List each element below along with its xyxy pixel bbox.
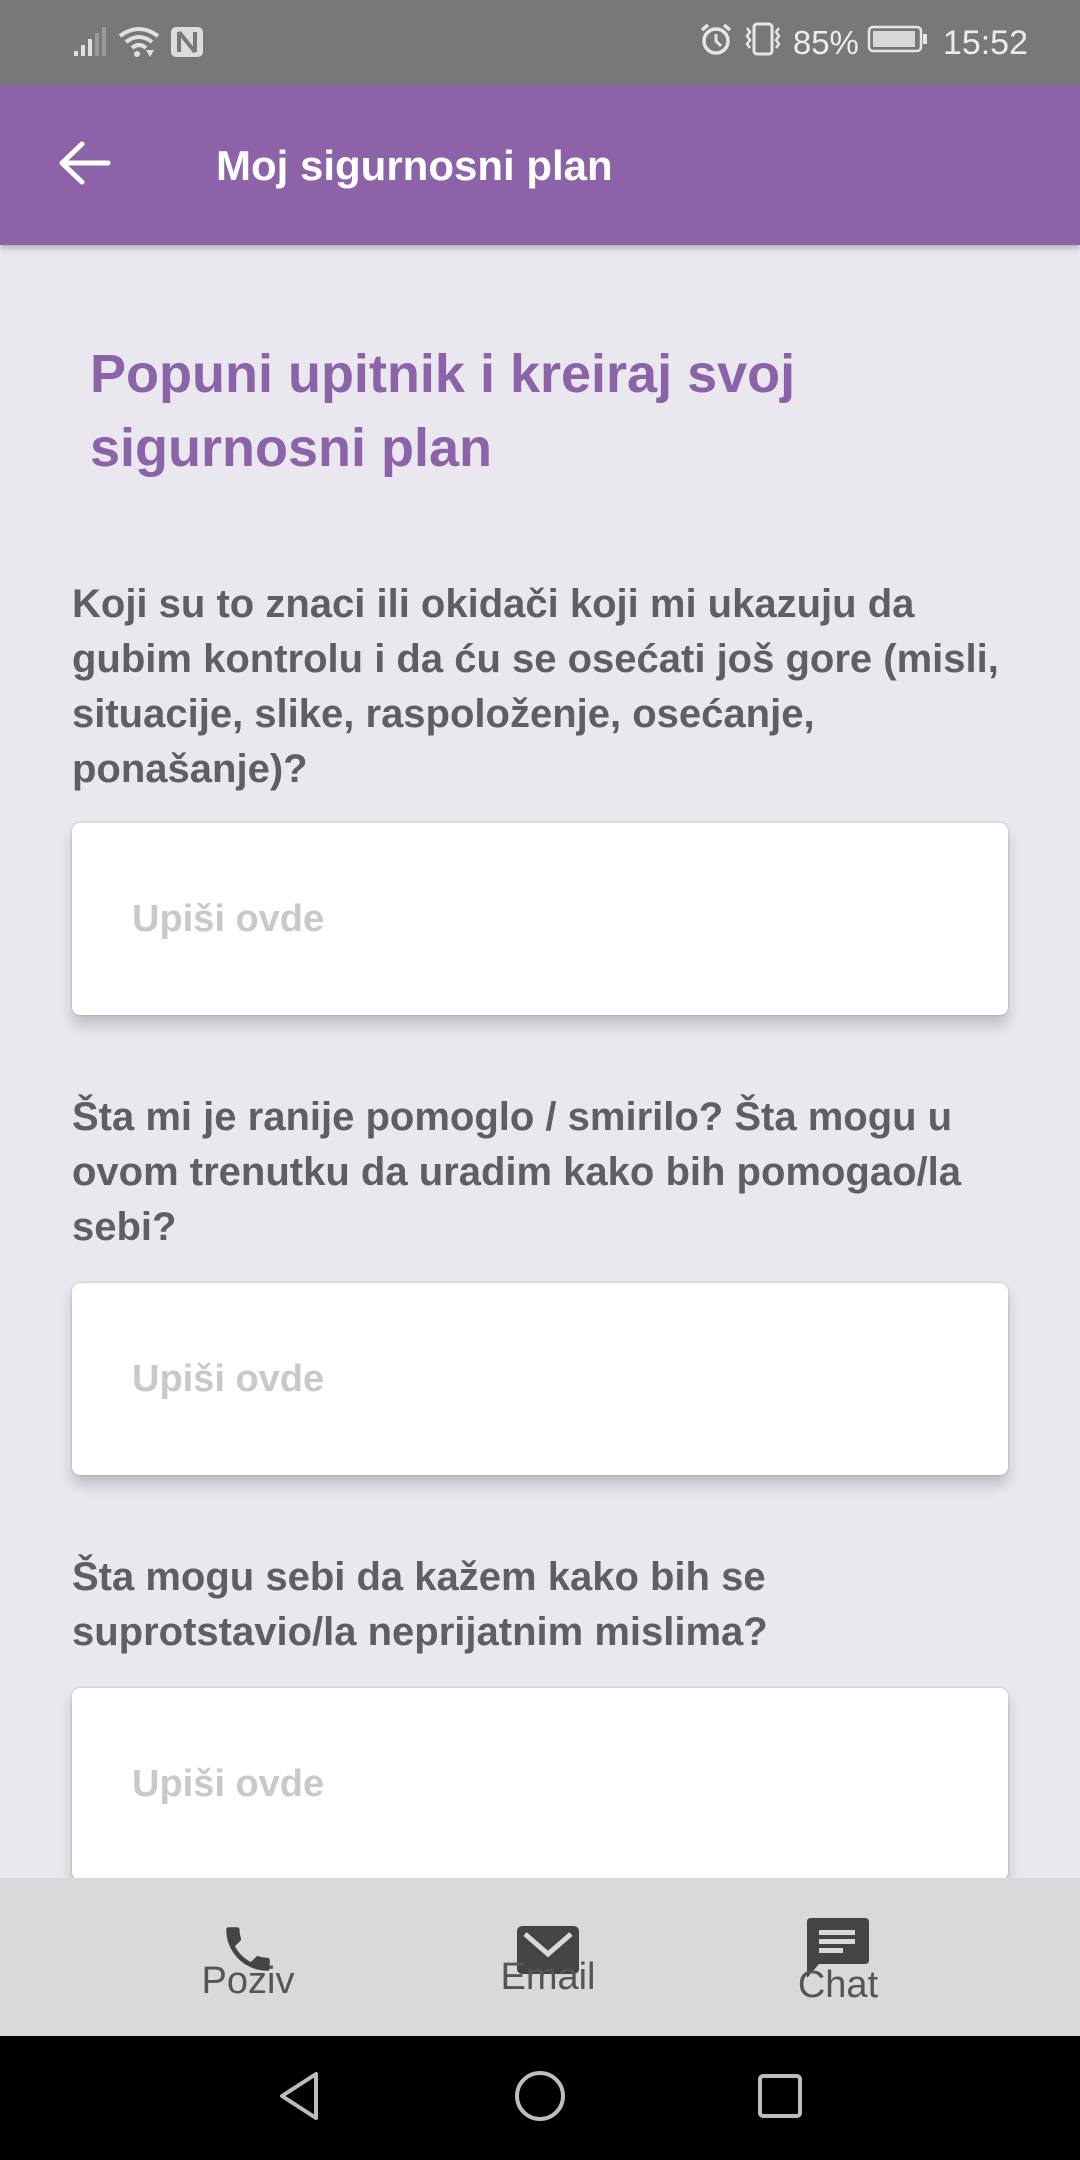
wifi-icon bbox=[118, 26, 160, 63]
nav-back-button[interactable] bbox=[240, 2036, 360, 2160]
chat-label: Chat bbox=[797, 1964, 879, 2006]
nav-recents-button[interactable] bbox=[720, 2036, 840, 2160]
status-right-icons: 85% 15:52 bbox=[699, 20, 1028, 66]
questionnaire-content[interactable]: Popuni upitnik i kreiraj svoj sigurnosni… bbox=[0, 245, 1080, 1878]
question-label: Šta mi je ranije pomoglo / smirilo? Šta … bbox=[72, 1095, 962, 1249]
back-button[interactable] bbox=[50, 135, 120, 195]
battery-percent: 85% bbox=[792, 24, 859, 61]
nfc-icon bbox=[170, 26, 204, 63]
page-heading: Popuni upitnik i kreiraj svoj sigurnosni… bbox=[90, 344, 796, 478]
answer-input-2[interactable] bbox=[72, 1283, 1008, 1475]
status-left-icons bbox=[72, 24, 204, 64]
arrow-left-icon bbox=[58, 141, 112, 190]
vibrate-icon bbox=[741, 22, 785, 64]
system-nav-bar bbox=[0, 2036, 1080, 2160]
clock: 15:52 bbox=[942, 23, 1028, 62]
battery-icon bbox=[867, 24, 929, 62]
bottom-action-bar: Poziv Email Chat bbox=[0, 1878, 1080, 2036]
status-bar: 85% 15:52 bbox=[0, 0, 1080, 85]
chat-button[interactable]: Chat bbox=[738, 1878, 938, 2036]
back-nav-icon bbox=[276, 2070, 324, 2127]
nav-home-button[interactable] bbox=[480, 2036, 600, 2160]
app-bar: Moj sigurnosni plan bbox=[0, 85, 1080, 245]
recents-nav-icon bbox=[756, 2072, 804, 2125]
app-title: Moj sigurnosni plan bbox=[216, 142, 613, 189]
home-nav-icon bbox=[513, 2069, 567, 2128]
call-button[interactable]: Poziv bbox=[148, 1878, 348, 2036]
answer-input-3[interactable] bbox=[72, 1688, 1008, 1878]
email-button[interactable]: Email bbox=[448, 1878, 648, 2036]
signal-icon bbox=[72, 26, 108, 62]
question-label: Šta mogu sebi da kažem kako bih se supro… bbox=[72, 1555, 768, 1654]
call-label: Poziv bbox=[201, 1960, 295, 2002]
question-label: Koji su to znaci ili okidači koji mi uka… bbox=[72, 582, 999, 791]
alarm-icon bbox=[699, 22, 733, 64]
email-label: Email bbox=[500, 1956, 596, 1998]
answer-input-1[interactable] bbox=[72, 823, 1008, 1015]
